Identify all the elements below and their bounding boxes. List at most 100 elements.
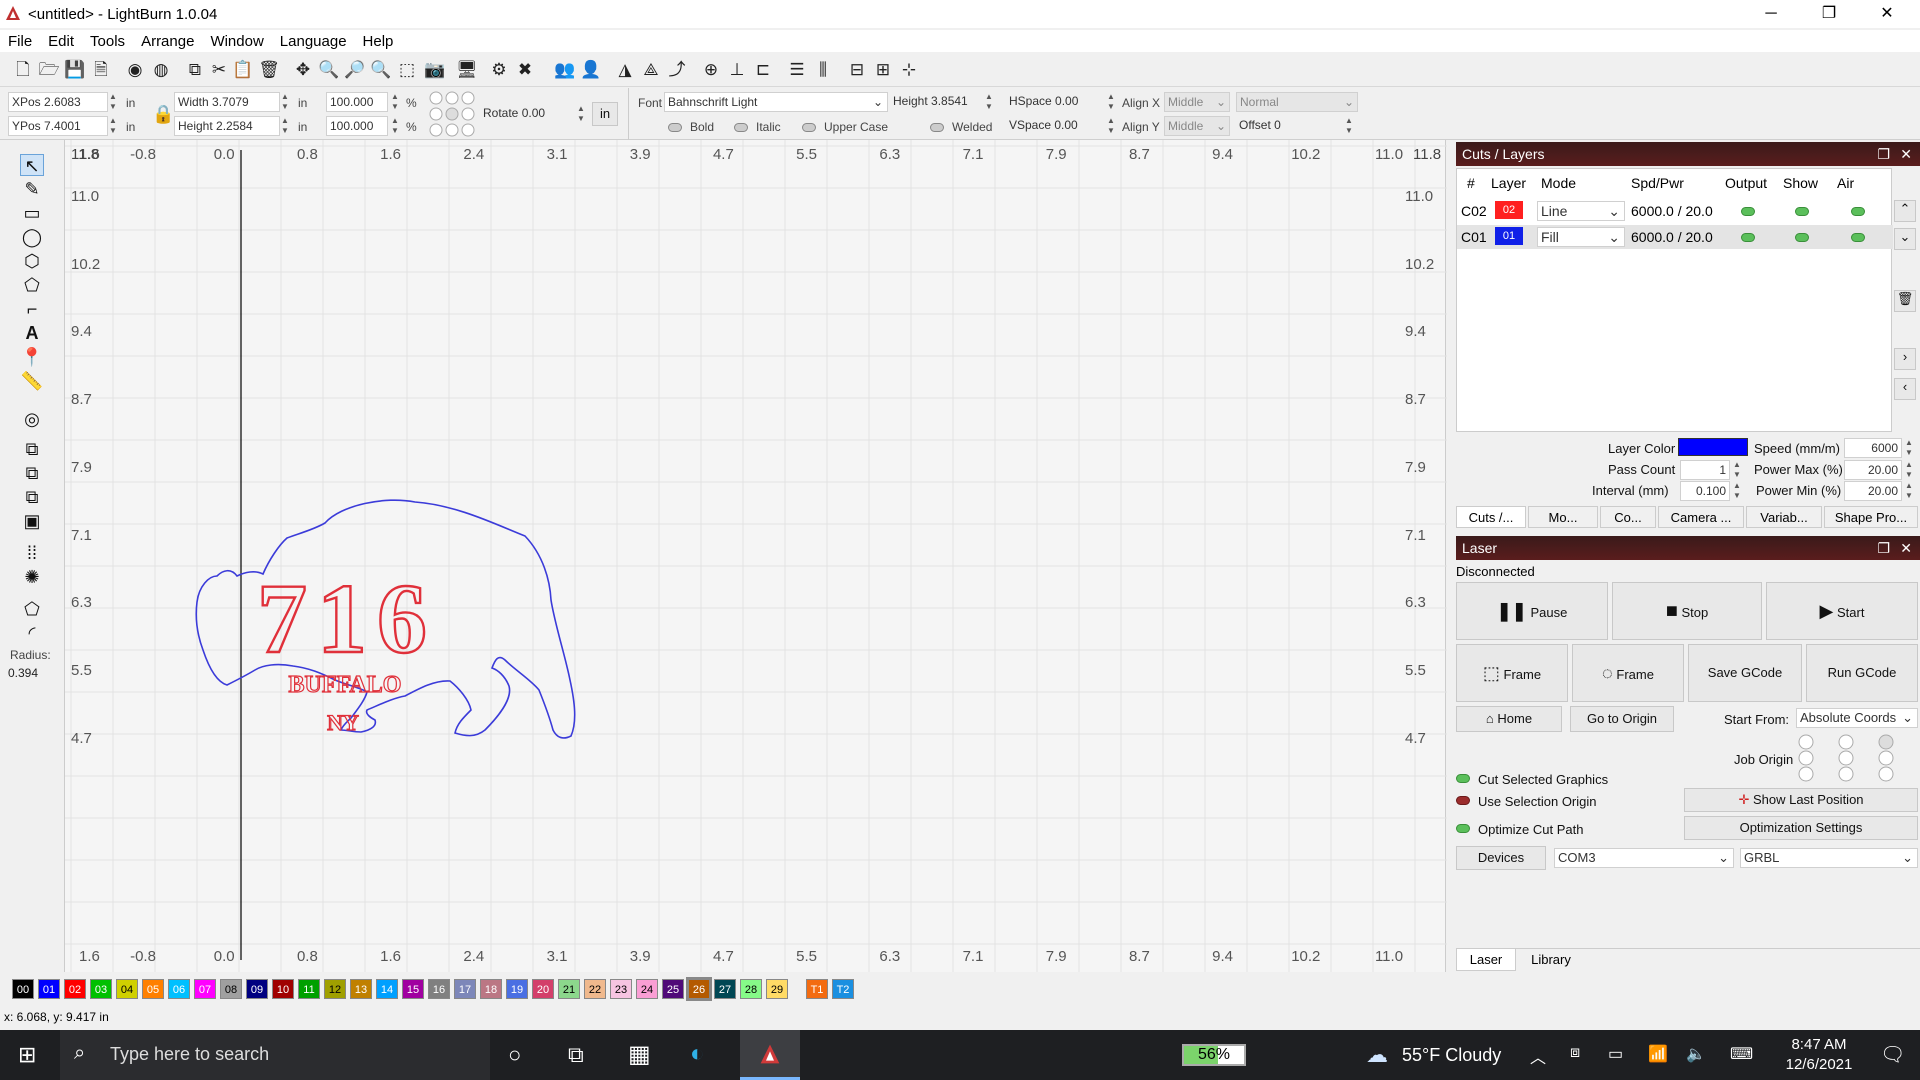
frame-button[interactable]: ⬚ Frame (1456, 644, 1568, 702)
speed-field[interactable]: 6000 (1844, 438, 1902, 458)
palette-swatch[interactable]: 16 (428, 979, 450, 999)
devices-button[interactable]: Devices (1456, 846, 1546, 870)
clock-date[interactable]: 12/6/2021 (1776, 1056, 1862, 1073)
align-left-icon[interactable]: ⊏ (752, 59, 774, 81)
pen-tool-icon[interactable]: ✎ (20, 178, 44, 200)
palette-swatch[interactable]: 02 (64, 979, 86, 999)
distribute-v-icon[interactable]: ⫼ (812, 59, 834, 81)
anchor-grid-icon[interactable] (428, 90, 478, 138)
copy-icon[interactable]: ⧉ (184, 59, 206, 81)
ungroup-icon[interactable]: 👤 (580, 59, 602, 81)
hspace-field[interactable]: HSpace 0.00 (1006, 92, 1106, 112)
boolean-union-icon[interactable]: ⧉ (20, 438, 44, 460)
notifications-icon[interactable]: 🗨 (1880, 1042, 1905, 1067)
optimize-toggle[interactable] (1456, 824, 1470, 833)
pass-count-field[interactable]: 1 (1680, 460, 1730, 480)
palette-swatch[interactable]: 27 (714, 979, 736, 999)
style-select[interactable]: Normal ⌄ (1236, 92, 1358, 112)
close-icon[interactable]: ✕ (1900, 536, 1912, 560)
alignx-select[interactable]: Middle ⌄ (1164, 92, 1230, 112)
cut-selected-toggle[interactable] (1456, 774, 1470, 783)
task-view-icon[interactable]: ⧉ (568, 1042, 584, 1068)
design-canvas[interactable]: 716 BUFFALO NY 1.6 -0.8 0.0 0.8 1.6 2.4 3.1 3.9… (64, 140, 1447, 972)
palette-swatch[interactable]: 09 (246, 979, 268, 999)
ypos-spin[interactable]: ▲ ▼ (108, 116, 118, 136)
device-icon[interactable]: ⧈ (1570, 1044, 1580, 1062)
scale-y-field[interactable]: 100.000 (326, 116, 388, 136)
output-toggle[interactable] (1741, 207, 1755, 216)
battery-widget[interactable]: 56% (1182, 1044, 1246, 1066)
text-height-spin[interactable]: ▲ ▼ (984, 92, 994, 112)
output-toggle[interactable] (1741, 233, 1755, 242)
palette-swatch[interactable]: T2 (832, 979, 854, 999)
powermax-field[interactable]: 20.00 (1844, 460, 1902, 480)
job-origin-grid[interactable] (1796, 732, 1906, 782)
palette-swatch[interactable]: 04 (116, 979, 138, 999)
menu-language[interactable]: Language (272, 30, 355, 53)
move-down-button[interactable]: ⌄ (1894, 228, 1916, 250)
palette-swatch[interactable]: 12 (324, 979, 346, 999)
scale-x-field[interactable]: 100.000 (326, 92, 388, 112)
palette-swatch[interactable]: 22 (584, 979, 606, 999)
node-edit-icon[interactable]: ⬠ (20, 598, 44, 620)
stop-button[interactable]: ■ Stop (1612, 582, 1762, 640)
zoom-out-icon[interactable]: 🔎 (344, 59, 366, 81)
units-button[interactable]: in (592, 102, 618, 126)
settings-icon[interactable]: ⚙ (488, 59, 510, 81)
weld-icon[interactable]: ▣ (20, 510, 44, 532)
palette-swatch[interactable]: 20 (532, 979, 554, 999)
palette-swatch[interactable]: 00 (12, 979, 34, 999)
distribute-h-icon[interactable]: ☰ (786, 59, 808, 81)
width-spin[interactable]: ▲ ▼ (280, 92, 290, 112)
edge-icon[interactable]: ◐ (690, 1040, 705, 1068)
lightburn-task-icon[interactable] (740, 1030, 800, 1080)
align-center-icon[interactable]: ⊕ (700, 59, 722, 81)
aligny-select[interactable]: Middle ⌄ (1164, 116, 1230, 136)
pause-button[interactable]: ❚❚ Pause (1456, 582, 1608, 640)
offset-field[interactable]: Offset 0 (1236, 116, 1344, 136)
tab-variable[interactable]: Variab... (1746, 506, 1822, 528)
vspace-field[interactable]: VSpace 0.00 (1006, 116, 1106, 136)
mirror-icon[interactable]: ⟁ (640, 59, 662, 81)
menu-file[interactable]: File (0, 30, 40, 53)
palette-swatch[interactable]: 19 (506, 979, 528, 999)
width-field[interactable]: Width 3.7079 (174, 92, 280, 112)
table-row[interactable]: C01 01 Fill ⌄ 6000.0 / 20.0 (1457, 225, 1893, 249)
interval-field[interactable]: 0.100 (1680, 481, 1730, 501)
palette-swatch[interactable]: 13 (350, 979, 372, 999)
position-laser-icon[interactable]: 📍 (20, 346, 44, 368)
show-last-position-button[interactable]: ✛ Show Last Position (1684, 788, 1918, 812)
corner-radius-icon[interactable]: ◜ (20, 622, 44, 644)
bold-toggle[interactable] (668, 123, 682, 132)
text-tool-icon[interactable]: A (20, 322, 44, 344)
text-height-field[interactable]: Height 3.8541 (890, 92, 990, 112)
float-icon[interactable]: ❐ (1877, 142, 1890, 166)
speed-spin[interactable]: ▲ ▼ (1904, 438, 1914, 458)
zoom-page-icon[interactable]: 🔍 (370, 59, 392, 81)
rotate-icon[interactable]: ⤴ (666, 59, 688, 81)
frame-circle-button[interactable]: ◌ Frame (1572, 644, 1684, 702)
keyboard-icon[interactable]: ⌨ (1730, 1044, 1753, 1064)
lock-icon[interactable]: 🔒 (152, 104, 174, 125)
calculator-icon[interactable]: ▦ (628, 1040, 651, 1069)
controller-select[interactable]: GRBL ⌄ (1740, 848, 1918, 868)
export-icon[interactable]: ◍ (150, 59, 172, 81)
palette-swatch[interactable]: 28 (740, 979, 762, 999)
boolean-subtract-icon[interactable]: ⧉ (20, 462, 44, 484)
tab-cuts[interactable]: Cuts /... (1456, 506, 1526, 528)
palette-swatch[interactable]: 01 (38, 979, 60, 999)
italic-toggle[interactable] (734, 123, 748, 132)
import-icon[interactable]: ◉ (124, 59, 146, 81)
powermax-spin[interactable]: ▲ ▼ (1904, 460, 1914, 480)
layer-color-swatch[interactable] (1678, 438, 1748, 456)
cortana-icon[interactable]: ○ (508, 1042, 521, 1068)
circular-array-icon[interactable]: ✺ (20, 566, 44, 588)
select-tool-icon[interactable]: ↖ (20, 154, 44, 176)
palette-swatch[interactable]: 05 (142, 979, 164, 999)
volume-icon[interactable]: 🔈 (1686, 1044, 1706, 1064)
port-select[interactable]: COM3 ⌄ (1554, 848, 1734, 868)
interval-spin[interactable]: ▲ ▼ (1732, 481, 1742, 501)
taskbar-search[interactable]: ⌕ Type here to search (60, 1030, 490, 1080)
palette-swatch[interactable]: 21 (558, 979, 580, 999)
palette-swatch[interactable]: 26 (686, 977, 712, 1001)
